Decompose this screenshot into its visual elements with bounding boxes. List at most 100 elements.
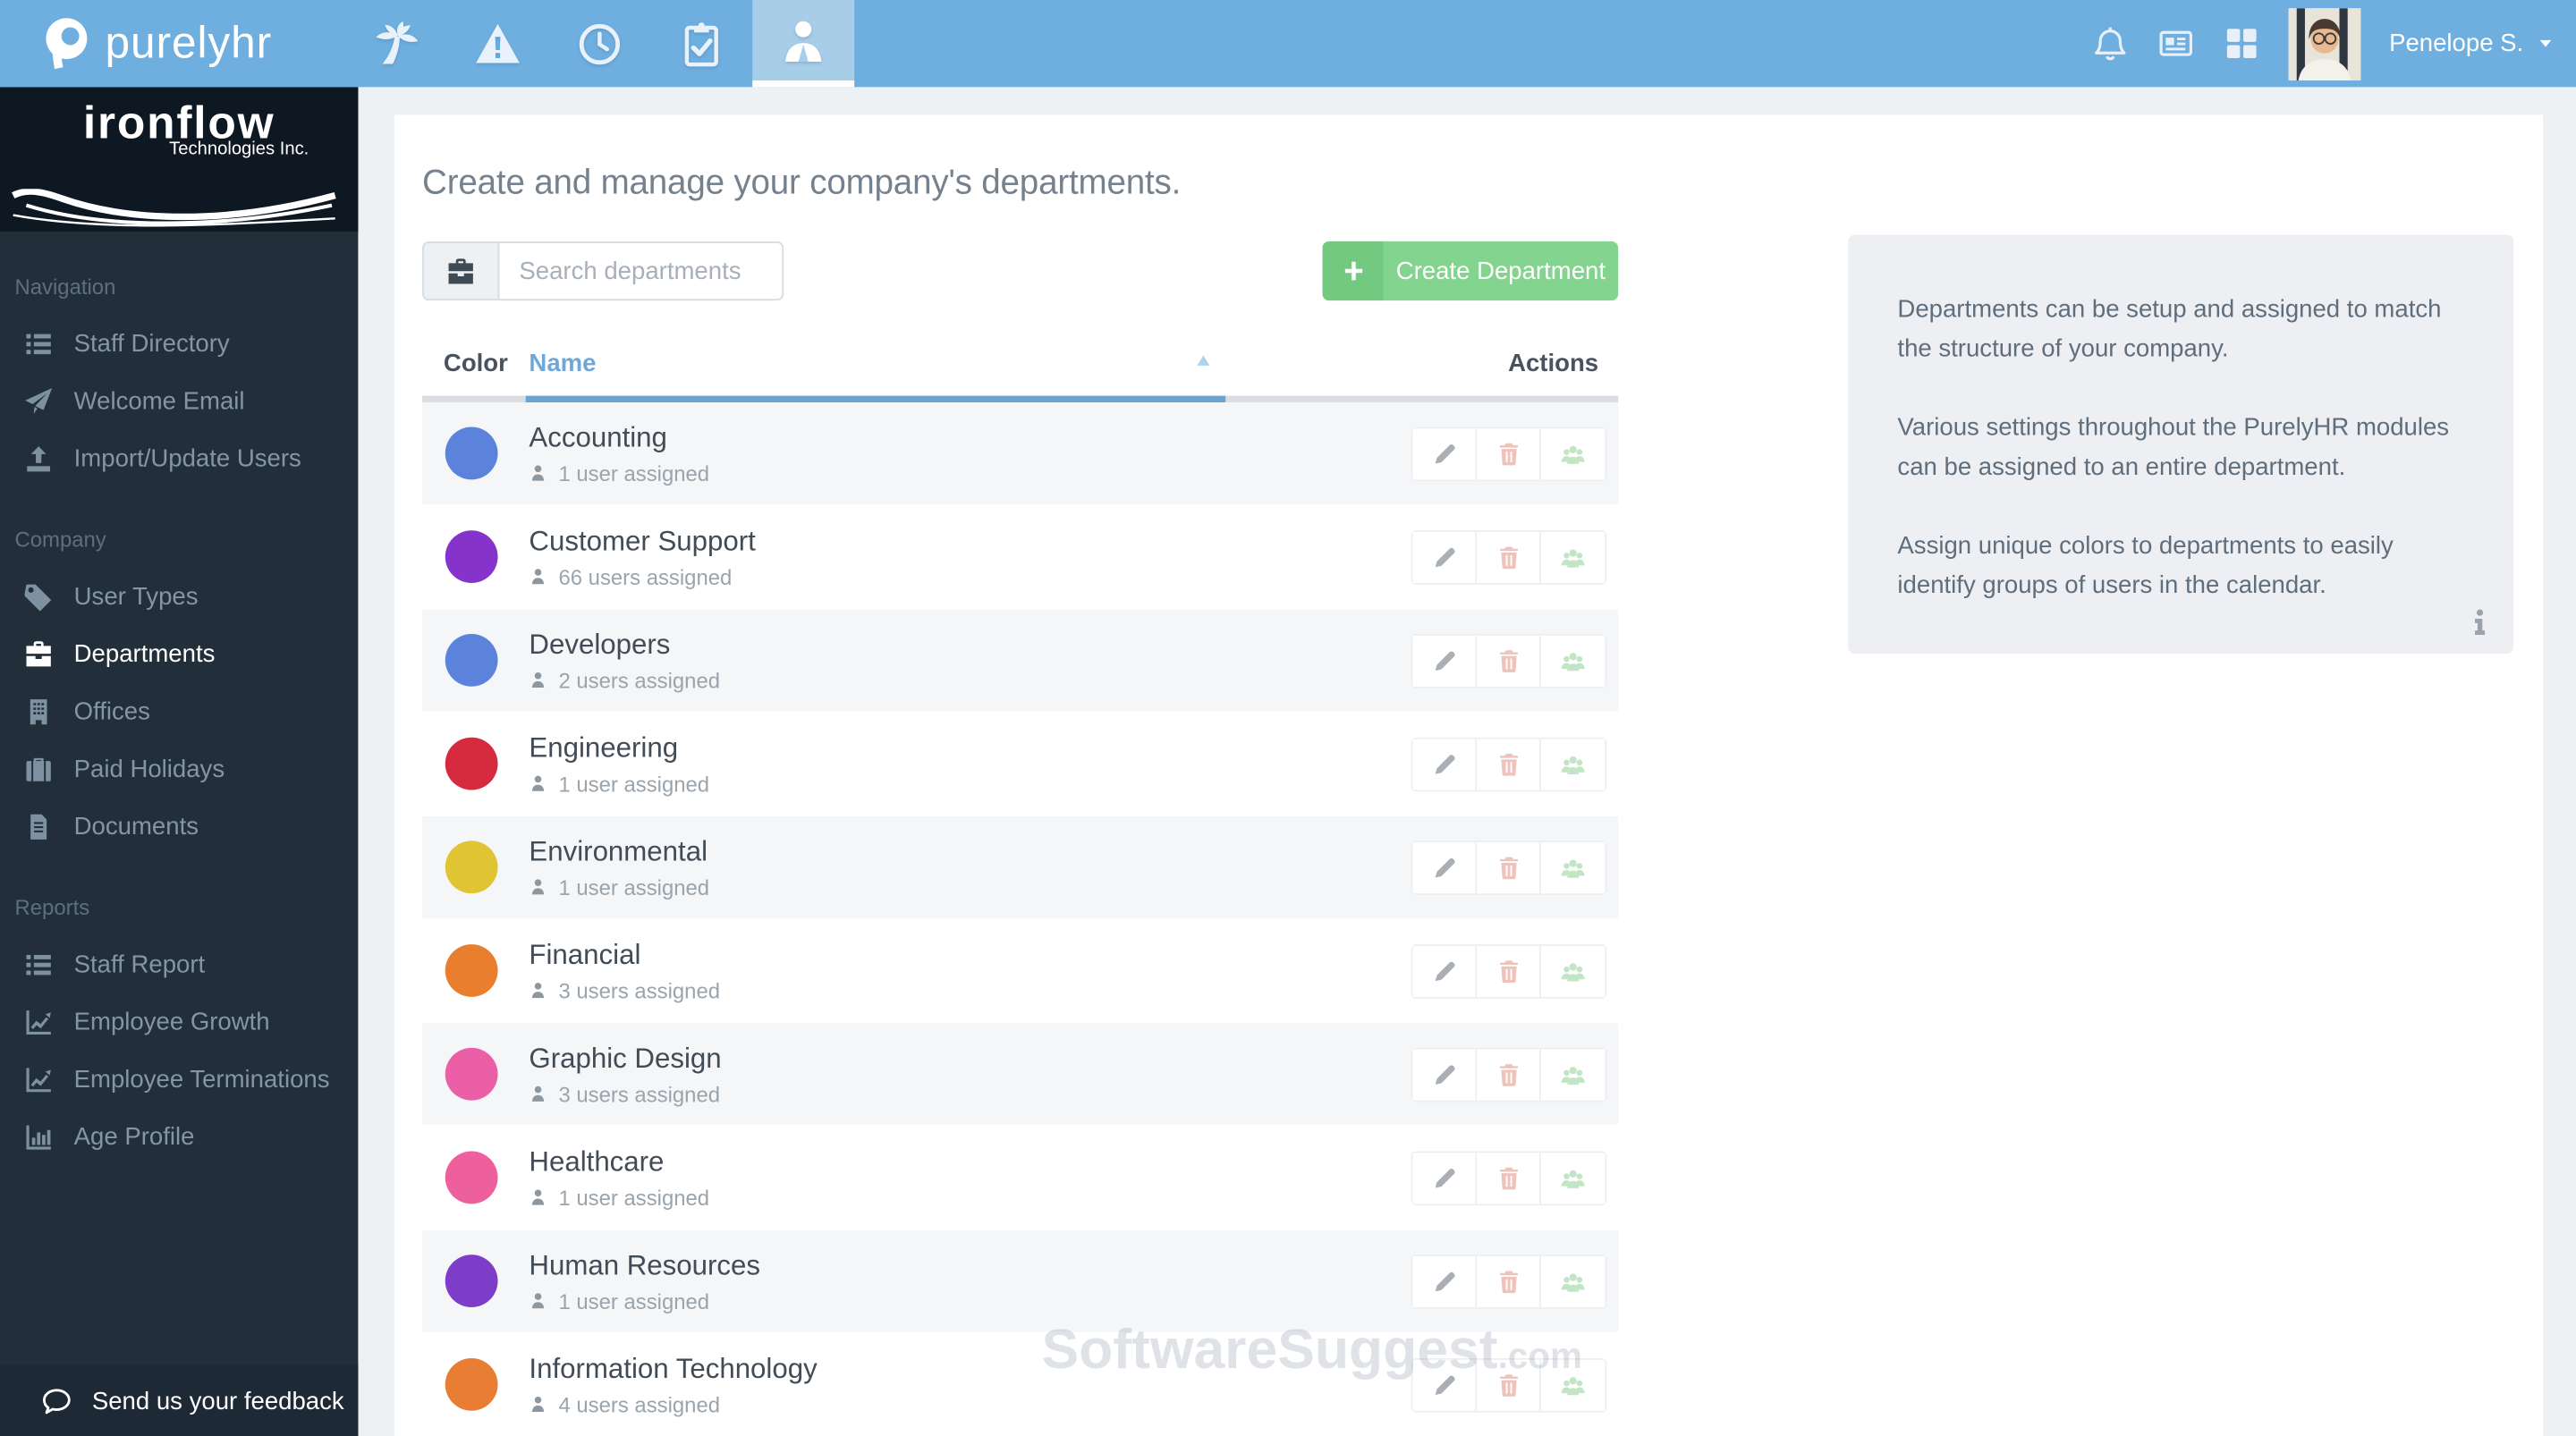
tab-person-suit[interactable]: [752, 0, 855, 88]
department-color-swatch: [445, 944, 498, 997]
departments-table: Color Name Actions Accounting 1 user assi…: [422, 350, 1619, 1436]
sidebar-item-user-types[interactable]: User Types: [15, 569, 359, 626]
sidebar-item-employee-growth[interactable]: Employee Growth: [15, 993, 359, 1051]
assign-users-button[interactable]: [1540, 945, 1606, 996]
edit-department-button[interactable]: [1412, 945, 1478, 996]
assign-users-button[interactable]: [1540, 531, 1606, 583]
info-icon[interactable]: [2468, 608, 2493, 639]
department-color-swatch: [445, 1254, 498, 1308]
sidebar: ironflow Technologies Inc. Navigation Sta…: [0, 87, 359, 1436]
users-icon: [1561, 1061, 1586, 1086]
users-assigned-label: 1 user assigned: [558, 460, 710, 486]
sidebar-item-label: Departments: [73, 640, 216, 669]
edit-department-button[interactable]: [1412, 1152, 1478, 1204]
user-icon: [529, 1394, 547, 1414]
row-actions: [1411, 633, 1607, 688]
table-row: Financial 3 users assigned: [422, 919, 1619, 1022]
delete-department-button[interactable]: [1477, 531, 1541, 583]
tab-warning-triangle[interactable]: [447, 0, 549, 87]
palm-tree-icon: [373, 20, 419, 66]
sidebar-item-paid-holidays[interactable]: Paid Holidays: [15, 740, 359, 798]
assign-users-button[interactable]: [1540, 634, 1606, 686]
assign-users-button[interactable]: [1540, 738, 1606, 790]
table-row: Engineering 1 user assigned: [422, 713, 1619, 815]
sidebar-section-company: Company User Types Departments Offices Paid …: [0, 528, 358, 856]
delete-department-button[interactable]: [1477, 841, 1541, 893]
sidebar-item-age-profile[interactable]: Age Profile: [15, 1109, 359, 1166]
grid-icon[interactable]: [2224, 25, 2261, 63]
create-department-label: Create Department: [1395, 257, 1606, 285]
paper-plane-icon: [25, 387, 53, 415]
tab-clipboard-check[interactable]: [650, 0, 752, 87]
users-assigned-label: 66 users assigned: [558, 563, 733, 589]
delete-department-button[interactable]: [1477, 634, 1541, 686]
sort-asc-icon: [1194, 351, 1212, 369]
trash-icon: [1496, 1061, 1521, 1086]
building-icon: [25, 698, 53, 726]
user-name: Penelope S.: [2389, 30, 2524, 58]
tab-palm-tree[interactable]: [345, 0, 447, 87]
department-name: Engineering: [529, 731, 679, 764]
users-assigned: 1 user assigned: [529, 874, 709, 900]
newspaper-icon[interactable]: [2157, 25, 2195, 63]
create-department-button[interactable]: Create Department: [1322, 241, 1619, 301]
sidebar-item-staff-directory[interactable]: Staff Directory: [15, 316, 359, 373]
brand-logo[interactable]: purelyhr: [0, 0, 345, 87]
assign-users-button[interactable]: [1540, 427, 1606, 479]
edit-department-button[interactable]: [1412, 1358, 1478, 1410]
sidebar-item-documents[interactable]: Documents: [15, 798, 359, 856]
delete-department-button[interactable]: [1477, 738, 1541, 790]
sidebar-item-welcome-email[interactable]: Welcome Email: [15, 373, 359, 430]
row-actions: [1411, 529, 1607, 584]
table-row: Accounting 1 user assigned: [422, 401, 1619, 504]
delete-department-button[interactable]: [1477, 1152, 1541, 1204]
edit-department-button[interactable]: [1412, 634, 1478, 686]
bell-icon[interactable]: [2092, 25, 2130, 63]
edit-department-button[interactable]: [1412, 1255, 1478, 1307]
column-header-name[interactable]: Name: [529, 350, 596, 377]
department-name: Customer Support: [529, 524, 756, 556]
delete-department-button[interactable]: [1477, 945, 1541, 996]
sidebar-item-label: Paid Holidays: [73, 755, 225, 784]
info-paragraph: Various settings throughout the PurelyHR…: [1897, 413, 2450, 482]
edit-department-button[interactable]: [1412, 427, 1478, 479]
users-assigned-label: 4 users assigned: [558, 1391, 721, 1417]
page-title: Create and manage your company's departm…: [422, 164, 1182, 202]
search-input[interactable]: [497, 241, 784, 301]
sidebar-item-label: Welcome Email: [73, 387, 245, 416]
sidebar-item-offices[interactable]: Offices: [15, 683, 359, 740]
info-paragraph: Assign unique colors to departments to e…: [1897, 532, 2394, 600]
assign-users-button[interactable]: [1540, 1358, 1606, 1410]
table-row: Customer Support 66 users assigned: [422, 505, 1619, 608]
user-menu[interactable]: Penelope S.: [2389, 30, 2555, 57]
user-icon: [529, 463, 547, 483]
avatar[interactable]: [2289, 7, 2361, 80]
edit-department-button[interactable]: [1412, 531, 1478, 583]
feedback-button[interactable]: Send us your feedback: [0, 1364, 359, 1436]
sidebar-item-staff-report[interactable]: Staff Report: [15, 936, 359, 993]
feedback-label: Send us your feedback: [91, 1387, 344, 1415]
edit-department-button[interactable]: [1412, 1048, 1478, 1100]
delete-department-button[interactable]: [1477, 427, 1541, 479]
assign-users-button[interactable]: [1540, 1255, 1606, 1307]
tab-clock[interactable]: [548, 0, 650, 87]
sidebar-item-import-update-users[interactable]: Import/Update Users: [15, 430, 359, 487]
users-icon: [1561, 441, 1586, 466]
app-window: purelyhr Penelope S. ironflow Technologi…: [0, 0, 2576, 1436]
sidebar-item-employee-terminations[interactable]: Employee Terminations: [15, 1052, 359, 1109]
user-icon: [529, 877, 547, 897]
main-content: Create and manage your company's departm…: [394, 114, 2544, 1436]
delete-department-button[interactable]: [1477, 1048, 1541, 1100]
assign-users-button[interactable]: [1540, 1152, 1606, 1204]
assign-users-button[interactable]: [1540, 841, 1606, 893]
assign-users-button[interactable]: [1540, 1048, 1606, 1100]
edit-department-button[interactable]: [1412, 841, 1478, 893]
delete-department-button[interactable]: [1477, 1358, 1541, 1410]
warning-triangle-icon: [475, 21, 521, 66]
delete-department-button[interactable]: [1477, 1255, 1541, 1307]
section-label: Navigation: [14, 274, 116, 300]
brand-name: purelyhr: [105, 18, 273, 68]
suitcase-icon: [25, 756, 53, 783]
edit-department-button[interactable]: [1412, 738, 1478, 790]
sidebar-item-departments[interactable]: Departments: [15, 626, 359, 683]
